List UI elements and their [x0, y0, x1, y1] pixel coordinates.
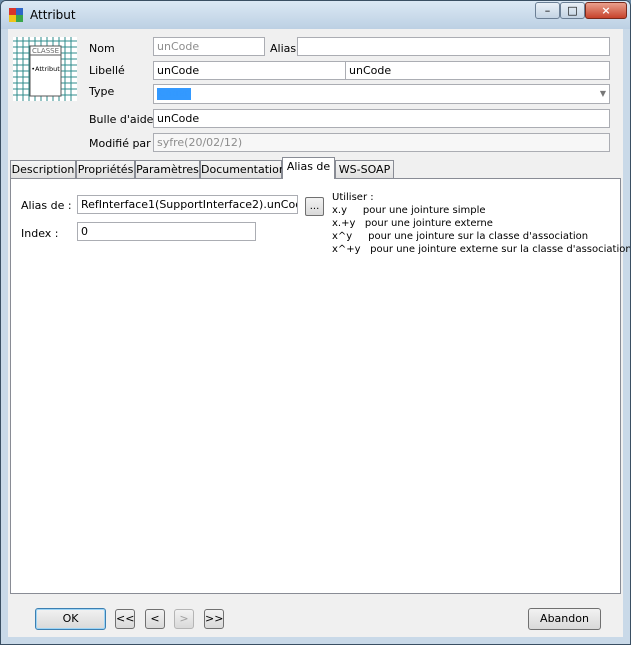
- first-record-button[interactable]: <<: [115, 609, 135, 629]
- chevron-down-icon: ▼: [599, 89, 606, 98]
- alias-field[interactable]: [297, 37, 610, 56]
- modifie-par-label: Modifié par: [89, 137, 151, 150]
- alias-de-field[interactable]: RefInterface1(SupportInterface2).unCode: [77, 195, 298, 214]
- index-label: Index :: [21, 227, 59, 240]
- window-title: Attribut: [30, 8, 76, 22]
- type-label: Type: [89, 85, 115, 98]
- modifie-par-field: syfre(20/02/12): [153, 133, 610, 152]
- libelle-field[interactable]: unCode: [153, 61, 345, 80]
- icon-body-text: •Attribut: [31, 65, 60, 73]
- alias-label: Alias: [270, 42, 297, 55]
- title-bar: Attribut – □ ×: [1, 1, 630, 29]
- minimize-icon: –: [544, 4, 551, 17]
- maximize-icon: □: [567, 4, 578, 17]
- nom-label: Nom: [89, 42, 115, 55]
- help-line-simple: x.y pour une jointure simple: [332, 205, 486, 216]
- bulle-aide-label: Bulle d'aide: [89, 113, 154, 126]
- last-record-button[interactable]: >>: [204, 609, 224, 629]
- tab-parametres[interactable]: Paramètres: [135, 160, 200, 178]
- alias-de-panel: Alias de : RefInterface1(SupportInterfac…: [10, 178, 630, 594]
- tab-documentation[interactable]: Documentation: [200, 160, 286, 178]
- minimize-button[interactable]: –: [535, 2, 560, 19]
- nom-field[interactable]: unCode: [153, 37, 265, 56]
- type-dropdown[interactable]: Entier ▼: [153, 84, 610, 104]
- attribute-dialog-window: Attribut – □ × CLASSE •Attribut Nom unCo…: [0, 0, 631, 645]
- help-line-association: x^y pour une jointure sur la classe d'as…: [332, 231, 589, 242]
- help-line-externe: x.+y pour une jointure externe: [332, 218, 493, 229]
- icon-header-text: CLASSE: [32, 47, 59, 55]
- browse-button[interactable]: ...: [305, 197, 324, 216]
- help-title: Utiliser :: [332, 192, 374, 203]
- tab-alias-de[interactable]: Alias de: [282, 157, 335, 179]
- libelle-field-2[interactable]: unCode: [345, 61, 610, 80]
- attribute-class-icon: CLASSE •Attribut: [13, 37, 77, 101]
- close-button[interactable]: ×: [585, 2, 627, 19]
- app-icon: [9, 8, 23, 22]
- tab-ws-soap[interactable]: WS-SOAP: [335, 160, 394, 178]
- maximize-button[interactable]: □: [560, 2, 585, 19]
- type-selected-value: Entier: [157, 88, 191, 100]
- previous-record-button[interactable]: <: [145, 609, 165, 629]
- close-icon: ×: [601, 4, 611, 17]
- dialog-client-area: CLASSE •Attribut Nom unCode Alias Libell…: [8, 29, 630, 637]
- bulle-aide-field[interactable]: unCode: [153, 109, 610, 128]
- index-field[interactable]: 0: [77, 222, 256, 241]
- alias-de-label: Alias de :: [21, 199, 72, 212]
- next-record-button[interactable]: >: [174, 609, 194, 629]
- help-line-externe-association: x^+y pour une jointure externe sur la cl…: [332, 244, 631, 255]
- tab-description[interactable]: Description: [10, 160, 76, 178]
- tab-proprietes[interactable]: Propriétés: [76, 160, 135, 178]
- libelle-label: Libellé: [89, 64, 125, 77]
- ok-button[interactable]: OK: [35, 608, 106, 630]
- abandon-button[interactable]: Abandon: [528, 608, 601, 630]
